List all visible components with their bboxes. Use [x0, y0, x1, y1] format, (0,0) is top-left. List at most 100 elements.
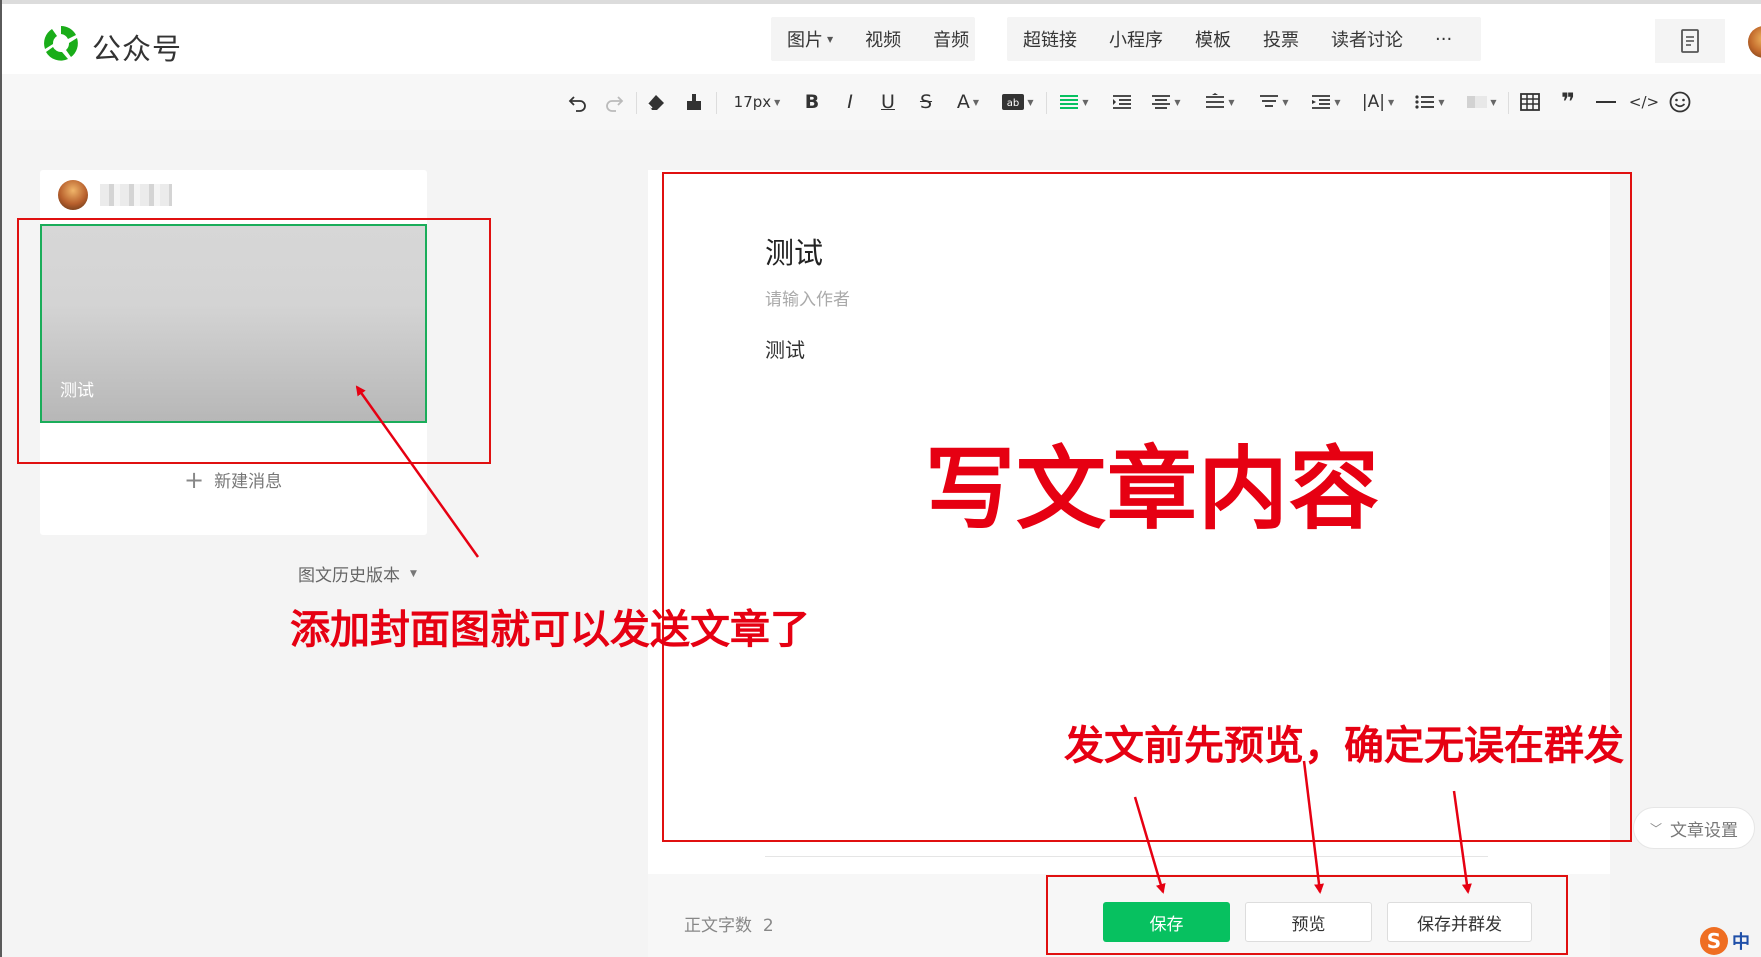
editor-divider	[765, 856, 1488, 857]
article-settings-label: 文章设置	[1670, 820, 1738, 841]
chevron-down-icon: ▼	[1082, 97, 1089, 107]
tab-mini-program[interactable]: 小程序	[1093, 26, 1179, 52]
save-button[interactable]: 保存	[1103, 902, 1230, 942]
align-justify-button[interactable]: ▼	[1054, 88, 1094, 116]
paragraph-align-button[interactable]: ▼	[1146, 88, 1186, 116]
divider-icon	[1596, 101, 1616, 103]
strikethrough-icon: S	[919, 91, 933, 113]
code-button[interactable]: </>	[1628, 88, 1660, 116]
article-title-input[interactable]: 测试	[765, 230, 823, 272]
chevron-down-icon: ▼	[774, 97, 781, 107]
italic-button[interactable]: I	[836, 88, 864, 116]
word-count-label: 正文字数	[684, 916, 752, 936]
indent-button[interactable]	[1108, 88, 1136, 116]
cover-image[interactable]: 测试	[40, 224, 427, 423]
plus-icon: +	[184, 465, 205, 494]
tab-vote[interactable]: 投票	[1247, 26, 1315, 52]
tab-video[interactable]: 视频	[849, 26, 917, 52]
tab-audio[interactable]: 音频	[917, 26, 985, 52]
emoji-icon	[1669, 91, 1691, 113]
letter-spacing-button[interactable]: |A| ▼	[1358, 88, 1398, 116]
annotation-cover-hint: 添加封面图就可以发送文章了	[290, 607, 810, 653]
letter-spacing-icon: |A|	[1361, 92, 1385, 112]
font-color-icon: A	[956, 91, 970, 113]
italic-icon: I	[847, 91, 853, 113]
annotation-publish-hint: 发文前先预览，确定无误在群发	[1064, 723, 1624, 769]
redo-button[interactable]	[600, 88, 628, 116]
chevron-down-icon: ▼	[1228, 97, 1235, 107]
preview-button[interactable]: 预览	[1245, 902, 1372, 942]
document-icon	[1681, 29, 1699, 53]
article-body[interactable]: 测试	[765, 334, 805, 363]
line-height-button[interactable]: ▼	[1254, 88, 1294, 116]
border-style-button[interactable]: ▼	[1462, 88, 1502, 116]
strikethrough-button[interactable]: S	[912, 88, 940, 116]
tab-audio-label: 音频	[933, 30, 970, 51]
chevron-down-icon: ▼	[972, 97, 980, 107]
format-painter-button[interactable]	[680, 88, 708, 116]
border-style-icon	[1467, 96, 1488, 108]
clear-format-button[interactable]	[642, 88, 670, 116]
tab-video-label: 视频	[865, 30, 902, 51]
window-left-border	[0, 0, 2, 957]
article-settings-button[interactable]: ﹀ 文章设置	[1633, 807, 1755, 849]
insert-table-button[interactable]	[1516, 88, 1544, 116]
avatar	[58, 180, 88, 210]
more-tabs-button[interactable]: ···	[1419, 29, 1468, 50]
account-name-blurred	[100, 184, 172, 206]
undo-button[interactable]	[564, 88, 592, 116]
quote-icon: ❞	[1560, 88, 1576, 116]
history-label: 图文历史版本	[298, 566, 400, 586]
tab-reader-discussion[interactable]: 读者讨论	[1315, 26, 1419, 52]
format-painter-icon	[687, 94, 701, 110]
toolbar-divider	[1046, 92, 1047, 114]
undo-icon	[568, 96, 586, 112]
format-toolbar: 17px ▼ B I U S A ▼ ab ▼ ▼ ▼ ▼ ▼ ▼ |A| ▼ ▼ ▼ …	[2, 74, 1761, 130]
blockquote-button[interactable]: ❞	[1554, 88, 1582, 116]
paragraph-spacing-button[interactable]: ▼	[1200, 88, 1240, 116]
toolbar-divider	[1508, 92, 1509, 114]
account-avatar[interactable]	[1748, 26, 1761, 58]
tab-template[interactable]: 模板	[1179, 26, 1247, 52]
indent-more-icon	[1312, 95, 1331, 109]
tab-image-label: 图片	[787, 30, 823, 51]
chevron-down-icon: ▼	[1174, 97, 1181, 107]
insert-tab-group: 超链接 小程序 模板 投票 读者讨论 ···	[1007, 17, 1481, 61]
emoji-button[interactable]	[1666, 88, 1694, 116]
underline-button[interactable]: U	[874, 88, 902, 116]
brand-title: 公众号	[92, 32, 183, 66]
new-message-label: 新建消息	[214, 472, 283, 492]
eraser-icon	[647, 95, 664, 110]
chevron-down-icon: ▼	[827, 34, 834, 44]
font-color-button[interactable]: A ▼	[950, 88, 986, 116]
underline-icon: U	[881, 91, 895, 113]
media-tab-group: 图片 ▼ 视频 音频	[771, 17, 975, 61]
chevron-down-icon: ▼	[1490, 97, 1497, 107]
new-message-button[interactable]: + 新建消息	[184, 465, 283, 494]
line-height-icon	[1260, 95, 1279, 107]
indent-more-button[interactable]: ▼	[1306, 88, 1346, 116]
ime-indicator: S中	[1700, 924, 1761, 957]
horizontal-rule-button[interactable]	[1592, 88, 1620, 116]
top-bar: 公众号 图片 ▼ 视频 音频 超链接 小程序 模板 投票 读者讨论 ···	[2, 4, 1761, 74]
font-size-select[interactable]: 17px ▼	[726, 88, 788, 116]
redo-icon	[606, 96, 624, 112]
wechat-logo-icon	[44, 26, 78, 61]
background-color-button[interactable]: ab ▼	[998, 88, 1038, 116]
indent-icon	[1113, 95, 1131, 109]
chevron-down-icon: ▼	[1027, 97, 1034, 107]
history-versions-dropdown[interactable]: 图文历史版本 ▼	[298, 561, 417, 586]
paragraph-align-icon	[1152, 95, 1171, 109]
document-button[interactable]	[1655, 19, 1725, 63]
save-and-publish-button[interactable]: 保存并群发	[1387, 902, 1532, 942]
chevron-down-icon: ﹀	[1649, 821, 1662, 836]
tab-hyperlink[interactable]: 超链接	[1007, 26, 1093, 52]
author-input[interactable]: 请输入作者	[765, 285, 850, 310]
tab-image[interactable]: 图片 ▼	[771, 26, 849, 52]
word-count-value: 2	[762, 916, 774, 936]
svg-text:ab: ab	[1007, 98, 1019, 109]
font-size-value: 17px	[733, 93, 772, 111]
list-button[interactable]: ▼	[1410, 88, 1450, 116]
bold-button[interactable]: B	[798, 88, 826, 116]
paragraph-spacing-icon	[1206, 93, 1225, 108]
